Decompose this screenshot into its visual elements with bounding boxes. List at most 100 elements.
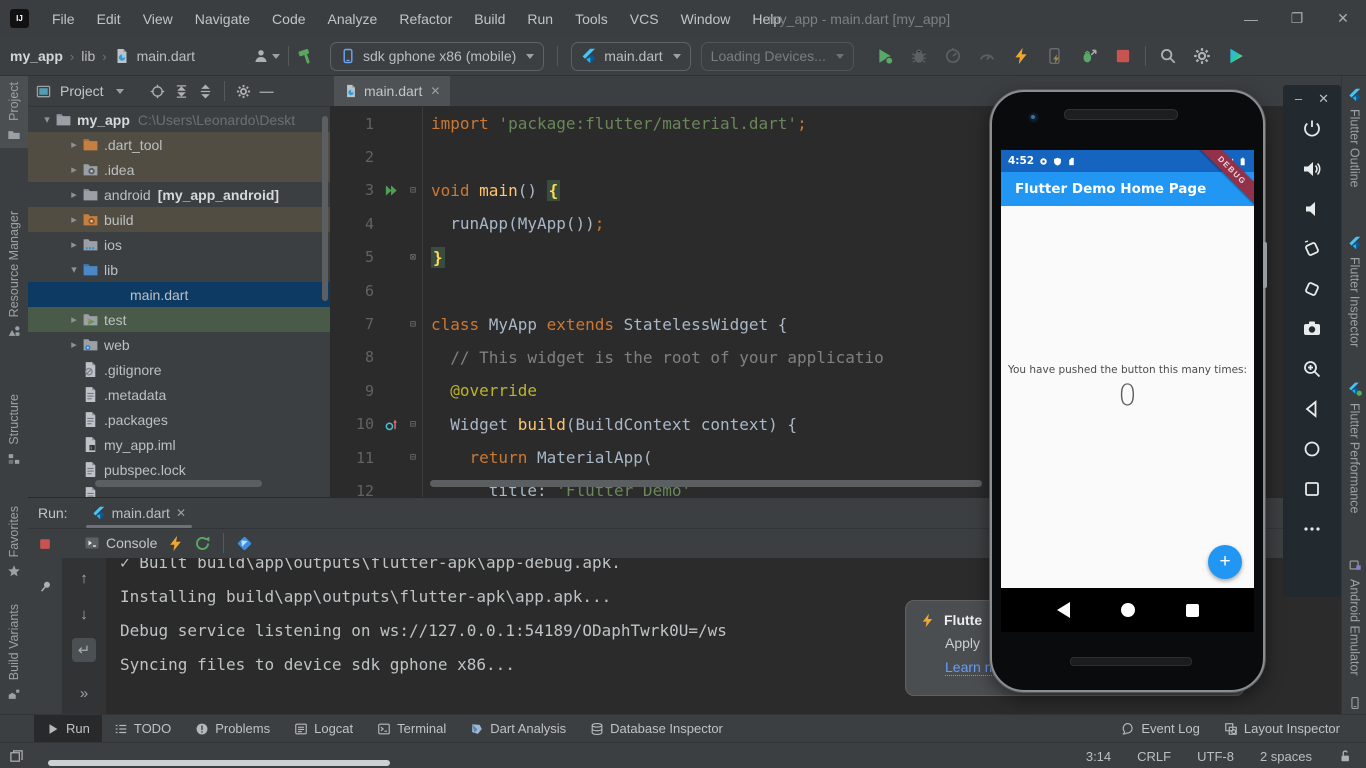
nav-back-icon[interactable] bbox=[1057, 602, 1070, 618]
toolwindow-problems[interactable]: Problems bbox=[183, 715, 282, 743]
power-button[interactable] bbox=[1295, 109, 1329, 149]
hot-reload-bolt-icon[interactable] bbox=[167, 535, 184, 552]
screenshot-camera-button[interactable] bbox=[1295, 309, 1329, 349]
project-horizontal-scrollbar[interactable] bbox=[95, 480, 262, 487]
chevron-right-icon[interactable]: ▸ bbox=[66, 213, 82, 226]
chevron-right-icon[interactable]: ▸ bbox=[66, 138, 82, 151]
hide-panel-icon[interactable]: — bbox=[260, 83, 274, 99]
volume-down-button[interactable] bbox=[1295, 189, 1329, 229]
chevron-right-icon[interactable]: ▸ bbox=[66, 338, 82, 351]
tool-window-toggler-icon[interactable] bbox=[9, 749, 24, 764]
tree-item-my-app[interactable]: ▾my_appC:\Users\Leonardo\Deskt bbox=[28, 107, 330, 132]
run-tab-main-dart[interactable]: main.dart ✕ bbox=[82, 498, 196, 528]
tree-item-build[interactable]: ▸build bbox=[28, 207, 330, 232]
emulator-minimize-icon[interactable]: – bbox=[1295, 91, 1302, 107]
user-profile-icon[interactable] bbox=[253, 48, 269, 64]
build-hammer-icon[interactable] bbox=[297, 47, 315, 65]
tree-item-idea[interactable]: ▸.idea bbox=[28, 157, 330, 182]
hot-restart-icon[interactable] bbox=[194, 535, 211, 552]
select-opened-file-icon[interactable] bbox=[150, 84, 165, 99]
tree-item-metadata[interactable]: .metadata bbox=[28, 382, 330, 407]
chevron-down-icon[interactable]: ▾ bbox=[66, 263, 82, 276]
toolwindow-terminal[interactable]: Terminal bbox=[365, 715, 458, 743]
tree-item-pubspec-lock[interactable]: pubspec.lock bbox=[28, 457, 330, 482]
fold-marker-icon[interactable]: ⊟ bbox=[404, 174, 423, 207]
toolwindow-logcat[interactable]: Logcat bbox=[282, 715, 365, 743]
menu-view[interactable]: View bbox=[132, 0, 184, 37]
flutter-attach-button[interactable] bbox=[1075, 43, 1103, 69]
rotate-left-button[interactable] bbox=[1295, 229, 1329, 269]
fold-marker-icon[interactable]: ⊟ bbox=[404, 408, 423, 441]
dart-devtools-icon[interactable] bbox=[236, 535, 253, 552]
fab-increment-button[interactable]: + bbox=[1208, 545, 1242, 579]
menu-refactor[interactable]: Refactor bbox=[388, 0, 463, 37]
target-device-selector[interactable]: Loading Devices... bbox=[701, 42, 854, 71]
flutter-hot-restart-button[interactable] bbox=[1041, 43, 1069, 69]
menu-code[interactable]: Code bbox=[261, 0, 316, 37]
tree-item-gitignore[interactable]: .gitignore bbox=[28, 357, 330, 382]
stripe-favorites[interactable]: Favorites bbox=[0, 500, 28, 584]
stripe-structure[interactable]: Structure bbox=[0, 388, 28, 472]
chevron-right-icon[interactable]: ▸ bbox=[66, 238, 82, 251]
chevron-down-icon[interactable] bbox=[116, 89, 124, 94]
menu-tools[interactable]: Tools bbox=[564, 0, 619, 37]
search-everywhere-button[interactable] bbox=[1154, 43, 1182, 69]
menu-edit[interactable]: Edit bbox=[86, 0, 132, 37]
em-overview-button[interactable] bbox=[1295, 469, 1329, 509]
tree-item-my-app-iml[interactable]: Imy_app.iml bbox=[28, 432, 330, 457]
tree-item-android[interactable]: ▸android[my_app_android] bbox=[28, 182, 330, 207]
stripe-build-variants[interactable]: Build Variants bbox=[0, 598, 28, 707]
tree-item-packages[interactable]: .packages bbox=[28, 407, 330, 432]
soft-wrap-button[interactable]: ↵ bbox=[72, 638, 96, 662]
override-icon[interactable] bbox=[378, 415, 404, 433]
settings-button[interactable] bbox=[1188, 43, 1216, 69]
stop-button[interactable] bbox=[1109, 43, 1137, 69]
run-button[interactable] bbox=[871, 43, 899, 69]
expand-all-icon[interactable] bbox=[174, 84, 189, 99]
stop-icon[interactable] bbox=[38, 537, 52, 551]
close-tab-icon[interactable]: ✕ bbox=[430, 84, 440, 98]
tree-item-dart-tool[interactable]: ▸.dart_tool bbox=[28, 132, 330, 157]
stripe-resource-manager[interactable]: Resource Manager bbox=[0, 205, 28, 344]
close-tab-icon[interactable]: ✕ bbox=[176, 506, 186, 520]
fold-marker-icon[interactable]: ⊟ bbox=[404, 307, 423, 340]
nav-home-icon[interactable] bbox=[1121, 603, 1135, 617]
menu-file[interactable]: File bbox=[41, 0, 86, 37]
flutter-hot-reload-button[interactable] bbox=[1007, 43, 1035, 69]
toolwindow-todo[interactable]: TODO bbox=[102, 715, 183, 743]
device-screen[interactable]: 4:52 Flutter Demo Home Page DEBUG You ha… bbox=[1001, 150, 1254, 588]
menu-build[interactable]: Build bbox=[463, 0, 516, 37]
profile-button[interactable] bbox=[939, 43, 967, 69]
emulator-close-icon[interactable]: ✕ bbox=[1318, 91, 1329, 107]
volume-button[interactable] bbox=[1263, 242, 1267, 288]
menu-vcs[interactable]: VCS bbox=[619, 0, 670, 37]
chevron-right-icon[interactable]: ▸ bbox=[66, 163, 82, 176]
zoom-button[interactable] bbox=[1295, 349, 1329, 389]
menu-window[interactable]: Window bbox=[670, 0, 742, 37]
em-more-button[interactable] bbox=[1295, 509, 1329, 549]
status-crlf[interactable]: CRLF bbox=[1137, 749, 1171, 764]
more-actions-button[interactable]: » bbox=[72, 681, 96, 705]
nav-overview-icon[interactable] bbox=[1186, 604, 1199, 617]
project-panel-title[interactable]: Project bbox=[60, 83, 104, 99]
device-manager-button[interactable] bbox=[1222, 43, 1250, 69]
collapse-all-icon[interactable] bbox=[198, 84, 213, 99]
menu-analyze[interactable]: Analyze bbox=[317, 0, 389, 37]
status-utf-8[interactable]: UTF-8 bbox=[1197, 749, 1234, 764]
status-2-spaces[interactable]: 2 spaces bbox=[1260, 749, 1312, 764]
pin-icon[interactable] bbox=[38, 579, 53, 594]
toolwindow-dart-analysis[interactable]: Dart Analysis bbox=[458, 715, 578, 743]
tree-item-web[interactable]: ▸web bbox=[28, 332, 330, 357]
console-tab[interactable]: Console bbox=[84, 535, 157, 551]
chevron-down-icon[interactable]: ▾ bbox=[39, 113, 55, 126]
toolwindow-database-inspector[interactable]: Database Inspector bbox=[578, 715, 735, 743]
profiler-button[interactable] bbox=[973, 43, 1001, 69]
stripe-flutter-performance[interactable]: Flutter Performance bbox=[1342, 382, 1366, 513]
gear-icon[interactable] bbox=[236, 84, 251, 99]
chevron-right-icon[interactable]: ▸ bbox=[66, 188, 82, 201]
tree-item-main-dart[interactable]: main.dart bbox=[28, 282, 330, 307]
scroll-down-button[interactable]: ↓ bbox=[72, 602, 96, 626]
em-home-button[interactable] bbox=[1295, 429, 1329, 469]
menu-run[interactable]: Run bbox=[516, 0, 564, 37]
toolwindow-layout-inspector[interactable]: Layout Inspector bbox=[1212, 715, 1352, 743]
